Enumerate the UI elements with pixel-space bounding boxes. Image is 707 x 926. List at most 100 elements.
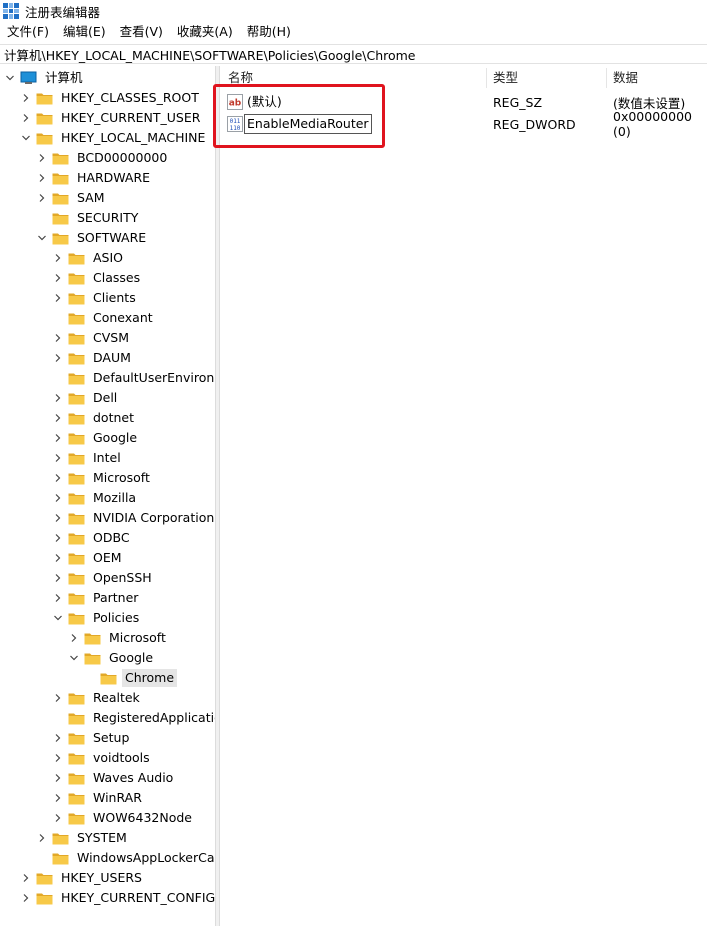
folder-icon: [68, 791, 85, 805]
chevron-down-icon[interactable]: [20, 128, 32, 148]
menu-edit[interactable]: 编辑(E): [56, 22, 113, 42]
column-header-data[interactable]: 数据: [613, 66, 638, 90]
chevron-right-icon[interactable]: [20, 88, 32, 108]
chevron-right-icon[interactable]: [52, 388, 64, 408]
tree-node[interactable]: CVSM: [52, 328, 132, 348]
tree-node[interactable]: WinRAR: [52, 788, 145, 808]
chevron-down-icon[interactable]: [36, 228, 48, 248]
tree-node[interactable]: Setup: [52, 728, 132, 748]
tree-node[interactable]: WOW6432Node: [52, 808, 195, 828]
chevron-right-icon[interactable]: [68, 628, 80, 648]
tree-node[interactable]: SECURITY: [36, 208, 141, 228]
chevron-right-icon[interactable]: [52, 688, 64, 708]
tree-node[interactable]: HKEY_CLASSES_ROOT: [20, 88, 202, 108]
tree-node[interactable]: Google: [68, 648, 156, 668]
chevron-right-icon[interactable]: [52, 728, 64, 748]
tree-node[interactable]: SYSTEM: [36, 828, 130, 848]
chevron-right-icon[interactable]: [52, 468, 64, 488]
tree-node[interactable]: OEM: [52, 548, 125, 568]
chevron-right-icon[interactable]: [52, 268, 64, 288]
tree-node[interactable]: HKEY_LOCAL_MACHINE: [20, 128, 208, 148]
chevron-right-icon[interactable]: [52, 568, 64, 588]
chevron-right-icon[interactable]: [52, 548, 64, 568]
address-path[interactable]: 计算机\HKEY_LOCAL_MACHINE\SOFTWARE\Policies…: [4, 45, 416, 64]
chevron-right-icon[interactable]: [52, 328, 64, 348]
chevron-right-icon[interactable]: [52, 348, 64, 368]
column-divider[interactable]: [486, 68, 487, 88]
chevron-right-icon[interactable]: [52, 588, 64, 608]
chevron-right-icon[interactable]: [52, 808, 64, 828]
tree-node-label: voidtools: [93, 750, 150, 765]
tree-node[interactable]: DAUM: [52, 348, 134, 368]
tree-node[interactable]: Dell: [52, 388, 120, 408]
chevron-down-icon[interactable]: [52, 608, 64, 628]
chevron-right-icon[interactable]: [52, 248, 64, 268]
tree-root-computer[interactable]: 计算机: [4, 68, 86, 88]
address-bar[interactable]: 计算机\HKEY_LOCAL_MACHINE\SOFTWARE\Policies…: [0, 44, 707, 64]
tree-node[interactable]: Mozilla: [52, 488, 139, 508]
chevron-right-icon[interactable]: [36, 188, 48, 208]
folder-icon: [68, 571, 85, 585]
tree-node[interactable]: SAM: [36, 188, 108, 208]
tree-node[interactable]: Clients: [52, 288, 139, 308]
tree-node[interactable]: OpenSSH: [52, 568, 155, 588]
tree-node-label: Mozilla: [93, 490, 137, 505]
registry-tree[interactable]: 计算机 HKEY_CLASSES_ROOT HKEY_CURRENT_USER HK…: [0, 66, 215, 926]
menu-help[interactable]: 帮助(H): [240, 22, 298, 42]
tree-node[interactable]: Chrome: [84, 668, 178, 688]
tree-node[interactable]: Waves Audio: [52, 768, 176, 788]
column-divider[interactable]: [606, 68, 607, 88]
menu-view[interactable]: 查看(V): [113, 22, 170, 42]
chevron-right-icon[interactable]: [20, 888, 32, 908]
tree-node[interactable]: Intel: [52, 448, 124, 468]
chevron-right-icon[interactable]: [36, 168, 48, 188]
chevron-right-icon[interactable]: [52, 488, 64, 508]
tree-node-label: Google: [109, 650, 154, 665]
tree-node[interactable]: RegisteredApplication: [52, 708, 215, 728]
tree-node[interactable]: DefaultUserEnvironme: [52, 368, 215, 388]
tree-node[interactable]: Microsoft: [68, 628, 169, 648]
tree-node[interactable]: Policies: [52, 608, 142, 628]
tree-node[interactable]: dotnet: [52, 408, 137, 428]
tree-node[interactable]: Google: [52, 428, 140, 448]
chevron-down-icon[interactable]: [68, 648, 80, 668]
chevron-right-icon[interactable]: [52, 508, 64, 528]
chevron-right-icon[interactable]: [36, 828, 48, 848]
chevron-right-icon[interactable]: [36, 148, 48, 168]
values-list[interactable]: 名称 类型 数据 ab (默认) REG_SZ (数值未设置) 011 110 E…: [220, 66, 707, 926]
tree-node-label: BCD00000000: [77, 150, 168, 165]
chevron-right-icon[interactable]: [52, 288, 64, 308]
tree-node[interactable]: Classes: [52, 268, 143, 288]
chevron-right-icon[interactable]: [52, 528, 64, 548]
tree-node[interactable]: Conexant: [52, 308, 156, 328]
chevron-right-icon[interactable]: [52, 788, 64, 808]
tree-node[interactable]: Microsoft: [52, 468, 153, 488]
column-header-type[interactable]: 类型: [493, 66, 518, 90]
tree-node[interactable]: HKEY_USERS: [20, 868, 145, 888]
tree-node[interactable]: NVIDIA Corporation: [52, 508, 215, 528]
tree-node-label: WOW6432Node: [93, 810, 192, 825]
chevron-right-icon[interactable]: [20, 868, 32, 888]
chevron-down-icon[interactable]: [4, 68, 16, 88]
chevron-right-icon[interactable]: [20, 108, 32, 128]
tree-node[interactable]: voidtools: [52, 748, 153, 768]
tree-node[interactable]: ODBC: [52, 528, 133, 548]
folder-icon: [68, 771, 85, 785]
tree-node[interactable]: HKEY_CURRENT_USER: [20, 108, 203, 128]
tree-node[interactable]: Realtek: [52, 688, 143, 708]
chevron-right-icon[interactable]: [52, 428, 64, 448]
menu-favorites[interactable]: 收藏夹(A): [170, 22, 240, 42]
chevron-right-icon[interactable]: [52, 408, 64, 428]
tree-node[interactable]: Partner: [52, 588, 141, 608]
chevron-right-icon[interactable]: [52, 748, 64, 768]
tree-node[interactable]: HARDWARE: [36, 168, 153, 188]
menu-file[interactable]: 文件(F): [0, 22, 56, 42]
tree-node[interactable]: WindowsAppLockerCach: [36, 848, 215, 868]
tree-node[interactable]: BCD00000000: [36, 148, 170, 168]
tree-node[interactable]: HKEY_CURRENT_CONFIG: [20, 888, 215, 908]
tree-node[interactable]: ASIO: [52, 248, 126, 268]
chevron-right-icon[interactable]: [52, 448, 64, 468]
chevron-right-icon[interactable]: [52, 768, 64, 788]
tree-node[interactable]: SOFTWARE: [36, 228, 149, 248]
